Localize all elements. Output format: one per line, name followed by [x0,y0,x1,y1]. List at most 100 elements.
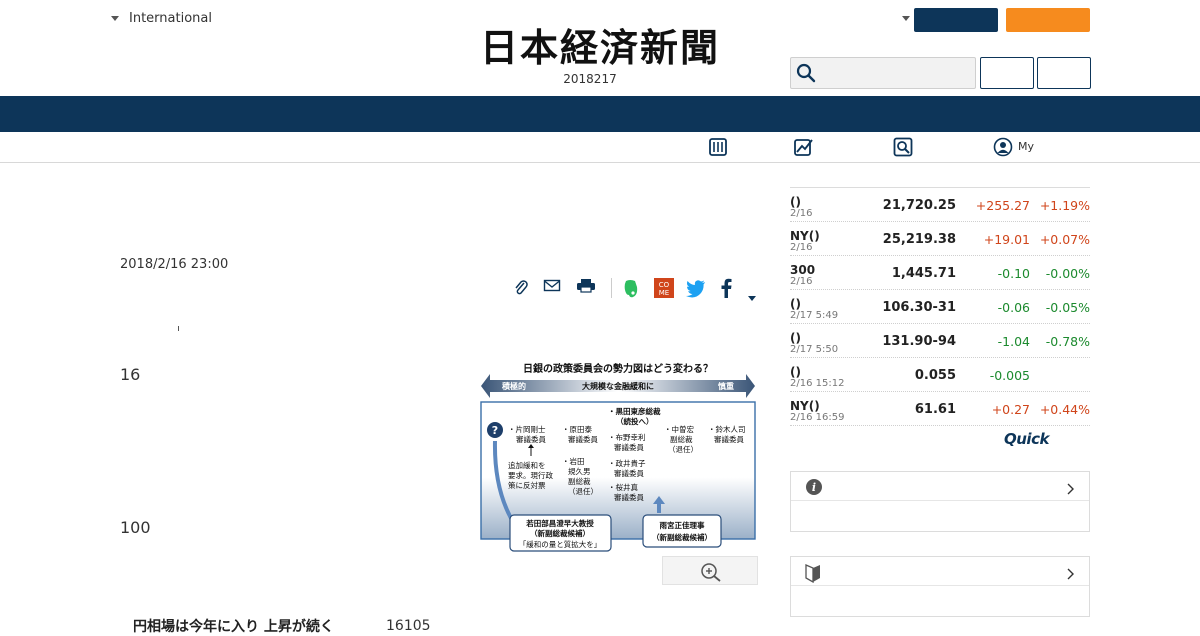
my-menu-label[interactable]: My [1018,140,1034,153]
candidate-box [642,514,722,548]
paragraph-marker: 16 [120,365,141,384]
market-time: 2/16 16:59 [790,412,845,423]
edition-date: 2018217 [563,72,617,86]
beginner-panel-header[interactable] [791,557,1089,586]
twitter-icon[interactable] [685,278,707,302]
clip-icon[interactable] [512,278,530,302]
beginner-panel [790,556,1090,617]
member-name: ・片岡剛士 [508,424,546,434]
market-change: +255.27 [975,198,1030,213]
primary-button[interactable] [914,8,998,32]
member-title: 審議委員 [714,434,744,444]
market-change: -1.04 [997,334,1030,349]
comment-icon[interactable]: CO ME [654,278,674,302]
market-change: +19.01 [983,232,1030,247]
svg-text:CO: CO [659,281,670,289]
outline-button-2[interactable] [1037,57,1091,89]
market-name: NY() [790,399,820,413]
market-change-pct: -0.05% [1045,300,1090,315]
more-icon[interactable] [747,287,757,306]
newspaper-icon[interactable] [708,137,728,161]
market-name: NY() [790,229,820,243]
mail-icon[interactable] [543,278,561,298]
user-icon[interactable] [993,137,1013,161]
svg-text:i: i [812,481,816,494]
member-title: 規久男 [568,466,591,476]
note-line: 追加緩和を [508,460,546,470]
market-change: +0.27 [991,402,1030,417]
market-row[interactable]: () 2/16 15:12 0.055 -0.005 [790,358,1090,392]
region-label: International [129,11,212,26]
article-timestamp: 2018/2/16 23:00 [120,257,229,272]
market-value: 0.055 [914,368,956,383]
region-selector[interactable]: International [111,11,212,26]
info-panel-header[interactable]: i [791,472,1089,501]
member-name: ・政井貴子 [608,458,646,468]
magnifier-icon[interactable] [893,137,913,161]
zoom-image-button[interactable] [662,556,758,585]
chevron-right-icon [1067,565,1075,584]
evernote-icon[interactable] [622,278,640,304]
candidate-role: （新副総裁候補） [652,532,712,542]
market-change: -0.10 [997,266,1030,281]
chart-icon[interactable] [793,137,815,161]
market-row[interactable]: () 2/17 5:49 106.30-31 -0.06 -0.05% [790,290,1090,324]
member-name: ・桜井真 [608,482,638,492]
market-change: -0.005 [989,368,1030,383]
market-row[interactable]: 300 2/16 1,445.71 -0.10 -0.00% [790,256,1090,290]
question-mark: ? [492,424,498,437]
beginner-mark-icon [805,563,821,587]
candidate-name: 雨宮正佳理事 [660,520,705,530]
subscribe-button[interactable] [1006,8,1090,32]
market-value: 1,445.71 [891,266,956,281]
market-time: 2/17 5:49 [790,310,839,321]
member-title: 審議委員 [614,492,644,502]
member-name: ・原田泰 [562,424,592,434]
info-icon: i [805,478,823,500]
search-icon [796,63,816,83]
quick-logo[interactable]: Quick [1004,430,1049,448]
spectrum-left-label: 積極的 [501,381,526,391]
spectrum-right-label: 慎重 [718,381,734,391]
main-navbar [0,96,1200,132]
market-name: () [790,331,801,345]
member-name: ・岩田 [562,456,585,466]
caret-down-icon[interactable] [902,16,910,21]
market-row[interactable]: () 2/17 5:50 131.90-94 -1.04 -0.78% [790,324,1090,358]
member-name: ・中曽宏 [664,424,694,434]
tool-bar: My [0,132,1200,163]
market-value: 131.90-94 [882,334,956,349]
market-time: 2/16 [790,276,813,287]
note-line: 要求。現行政 [508,470,553,480]
search-input[interactable] [790,57,976,89]
market-row[interactable]: NY() 2/16 25,219.38 +19.01 +0.07% [790,222,1090,256]
market-change-pct: +1.19% [1039,198,1090,213]
zoom-in-icon [701,563,721,582]
market-time: 2/16 15:12 [790,378,845,389]
market-row[interactable]: () 2/16 21,720.25 +255.27 +1.19% [790,188,1090,222]
facebook-icon[interactable] [719,278,733,302]
print-icon[interactable] [576,278,596,298]
market-name: () [790,365,801,379]
article-number: 16105 [386,618,431,634]
info-panel: i [790,471,1090,532]
market-value: 61.61 [914,402,956,417]
candidate-name: 若田部昌澄早大教授 [525,518,594,528]
site-logo[interactable]: 日本経済新聞 [450,28,750,68]
market-value: 106.30-31 [882,300,956,315]
member-name: ・布野幸利 [608,432,646,442]
outline-button-1[interactable] [980,57,1034,89]
market-name: () [790,297,801,311]
market-row[interactable]: NY() 2/16 16:59 61.61 +0.27 +0.44% [790,392,1090,426]
market-time: 2/16 [790,208,813,219]
member-status: （退任） [568,486,598,496]
market-change: -0.06 [997,300,1030,315]
text-marker [178,326,179,331]
article-figure[interactable]: 日銀の政策委員会の勢力図はどう変わる？ 積極的 大規模な金融緩和に 慎重 ? ・… [478,358,758,555]
spectrum-center-label: 大規模な金融緩和に [582,381,654,391]
figure-title: 日銀の政策委員会の勢力図はどう変わる？ [523,362,713,375]
member-title: 審議委員 [614,468,644,478]
member-name: ・鈴木人司 [708,424,746,434]
member-title: 審議委員 [568,434,598,444]
market-change-pct: -0.78% [1045,334,1090,349]
